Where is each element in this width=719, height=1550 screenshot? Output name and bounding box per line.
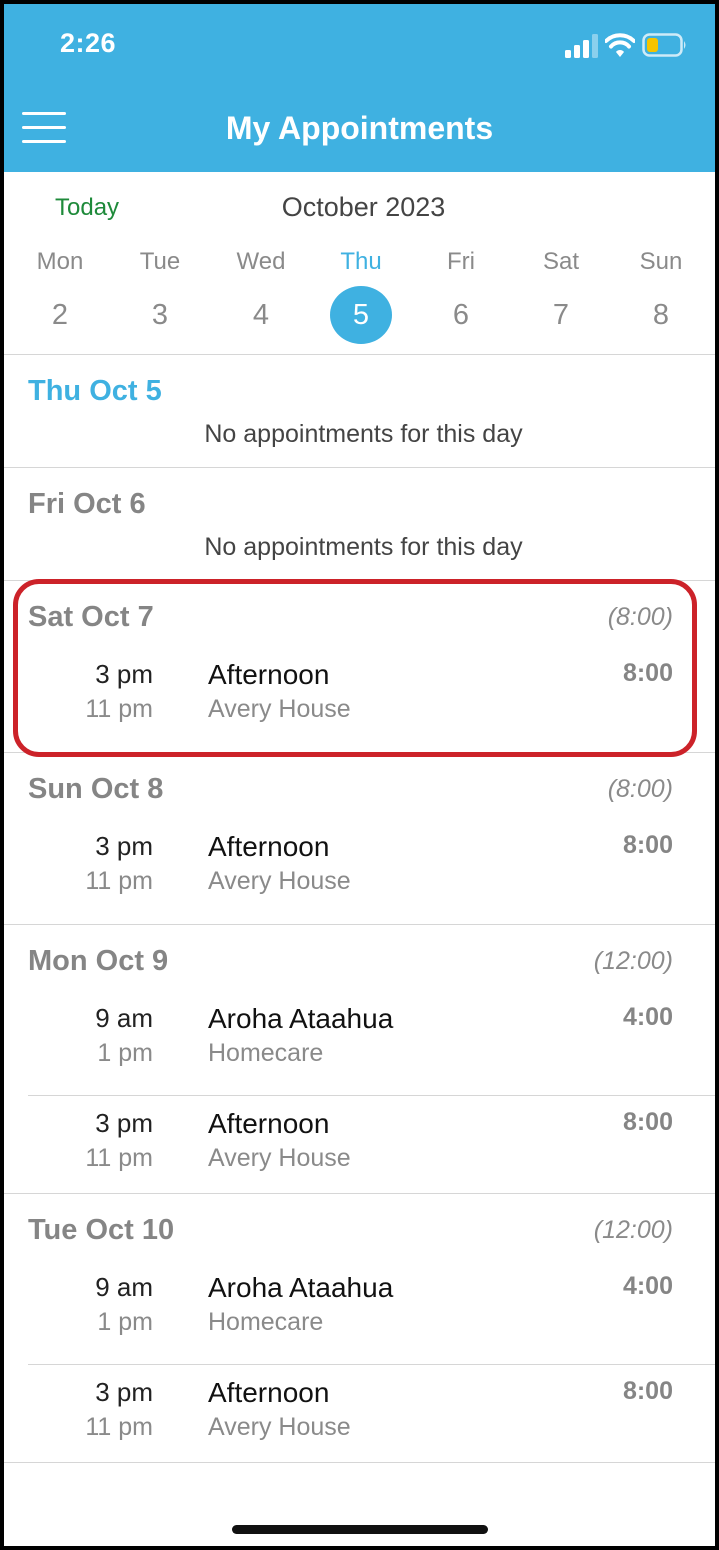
- day-section-sun-oct-8: Sun Oct 8 (8:00) 3 pm 11 pm Afternoon Av…: [4, 753, 715, 925]
- battery-icon: [642, 33, 686, 57]
- appointment-title: Afternoon: [208, 659, 330, 690]
- appointment-end-time: 1 pm: [97, 1308, 153, 1336]
- appointment-location: Avery House: [208, 1413, 351, 1441]
- appointment-end-time: 11 pm: [85, 1144, 153, 1172]
- day-header: Fri Oct 6: [4, 468, 715, 534]
- page-title: My Appointments: [225, 110, 494, 146]
- day-header: Mon Oct 9 (12:00): [4, 925, 715, 991]
- day-label: Mon Oct 9: [28, 945, 169, 977]
- day-number: 8: [652, 299, 670, 331]
- day-total-hours: (8:00): [607, 775, 673, 803]
- calendar-day-wed[interactable]: Wed 4: [221, 248, 301, 344]
- day-total-hours: (12:00): [593, 947, 673, 975]
- empty-message: No appointments for this day: [204, 533, 523, 561]
- calendar-day-sat[interactable]: Sat 7: [521, 248, 601, 344]
- appointment-location: Avery House: [208, 1144, 351, 1172]
- appointment-title: Afternoon: [208, 1377, 330, 1408]
- day-section-fri-oct-6: Fri Oct 6 No appointments for this day: [4, 468, 715, 581]
- appointment-duration: 8:00: [622, 1108, 673, 1136]
- appointment-location: Avery House: [208, 695, 351, 723]
- day-header: Thu Oct 5: [4, 355, 715, 421]
- appointment-duration: 8:00: [622, 831, 673, 859]
- day-name: Fri: [447, 248, 475, 275]
- appointment-location: Avery House: [208, 867, 351, 895]
- day-section-mon-oct-9: Mon Oct 9 (12:00) 9 am 1 pm Aroha Ataahu…: [4, 925, 715, 1194]
- calendar-day-fri[interactable]: Fri 6: [421, 248, 501, 344]
- day-label: Thu Oct 5: [28, 375, 162, 407]
- day-name: Sat: [542, 248, 580, 275]
- day-total-hours: (8:00): [607, 603, 673, 631]
- appointment-title: Afternoon: [208, 831, 330, 862]
- day-header: Sat Oct 7 (8:00): [4, 581, 715, 647]
- appointment-duration: 4:00: [622, 1272, 673, 1300]
- day-section-thu-oct-5: Thu Oct 5 No appointments for this day: [4, 355, 715, 468]
- day-number: 2: [51, 299, 69, 331]
- wifi-icon: [605, 33, 635, 57]
- appointment-location: Homecare: [208, 1039, 324, 1067]
- day-header: Sun Oct 8 (8:00): [4, 753, 715, 819]
- day-name: Mon: [36, 248, 84, 275]
- day-number: 3: [151, 299, 169, 331]
- day-name: Tue: [139, 248, 181, 275]
- status-time: 2:26: [60, 28, 117, 58]
- cellular-signal-icon: [565, 34, 598, 58]
- appointment-duration: 8:00: [622, 659, 673, 687]
- day-label: Fri Oct 6: [28, 488, 146, 520]
- appointment-end-time: 1 pm: [97, 1039, 153, 1067]
- appointment-start-time: 9 am: [95, 1003, 153, 1033]
- calendar-day-tue[interactable]: Tue 3: [120, 248, 200, 344]
- day-name: Sun: [639, 248, 683, 275]
- appointment-item[interactable]: 3 pm 11 pm Afternoon Avery House 8:00: [28, 647, 715, 747]
- day-label: Sat Oct 7: [28, 601, 154, 633]
- day-label: Tue Oct 10: [28, 1214, 175, 1246]
- appointment-list[interactable]: Thu Oct 5 No appointments for this day F…: [4, 355, 715, 1463]
- appointment-item[interactable]: 3 pm 11 pm Afternoon Avery House 8:00: [28, 1095, 715, 1192]
- appointment-title: Afternoon: [208, 1108, 330, 1139]
- day-number: 6: [452, 299, 470, 331]
- appointment-start-time: 3 pm: [95, 659, 153, 689]
- app-screen: 2:26 My Appointments Today October 2023 …: [4, 4, 715, 1546]
- appointment-end-time: 11 pm: [85, 867, 153, 895]
- appointment-start-time: 3 pm: [95, 1108, 153, 1138]
- month-label: October 2023: [281, 192, 446, 222]
- day-number: 4: [252, 299, 270, 331]
- appointment-start-time: 3 pm: [95, 1377, 153, 1407]
- appointment-item[interactable]: 9 am 1 pm Aroha Ataahua Homecare 4:00: [28, 1260, 715, 1364]
- appointment-duration: 4:00: [622, 1003, 673, 1031]
- appointment-end-time: 11 pm: [85, 695, 153, 723]
- appointment-item[interactable]: 3 pm 11 pm Afternoon Avery House 8:00: [28, 819, 715, 919]
- appointment-start-time: 3 pm: [95, 831, 153, 861]
- app-header: 2:26 My Appointments: [4, 4, 715, 172]
- empty-message: No appointments for this day: [204, 420, 523, 448]
- home-indicator: [232, 1525, 488, 1534]
- appointment-start-time: 9 am: [95, 1272, 153, 1302]
- appointment-end-time: 11 pm: [85, 1413, 153, 1441]
- day-section-tue-oct-10: Tue Oct 10 (12:00) 9 am 1 pm Aroha Ataah…: [4, 1194, 715, 1463]
- appointment-title: Aroha Ataahua: [208, 1272, 394, 1303]
- day-name: Thu: [340, 248, 382, 275]
- calendar-day-sun[interactable]: Sun 8: [621, 248, 701, 344]
- selected-day-number: 5: [330, 286, 392, 344]
- day-number: 7: [552, 299, 570, 331]
- day-name: Wed: [236, 248, 286, 275]
- day-label: Sun Oct 8: [28, 773, 164, 805]
- appointment-item[interactable]: 3 pm 11 pm Afternoon Avery House 8:00: [28, 1364, 715, 1461]
- appointment-title: Aroha Ataahua: [208, 1003, 394, 1034]
- appointment-duration: 8:00: [622, 1377, 673, 1405]
- appointment-item[interactable]: 9 am 1 pm Aroha Ataahua Homecare 4:00: [28, 991, 715, 1095]
- calendar-day-thu[interactable]: Thu 5: [321, 248, 401, 344]
- calendar-day-mon[interactable]: Mon 2: [20, 248, 100, 344]
- day-total-hours: (12:00): [593, 1216, 673, 1244]
- week-calendar: Today October 2023 Mon 2 Tue 3 Wed 4 Thu…: [4, 172, 715, 355]
- appointment-location: Homecare: [208, 1308, 324, 1336]
- day-header: Tue Oct 10 (12:00): [4, 1194, 715, 1260]
- day-section-sat-oct-7: Sat Oct 7 (8:00) 3 pm 11 pm Afternoon Av…: [4, 581, 715, 753]
